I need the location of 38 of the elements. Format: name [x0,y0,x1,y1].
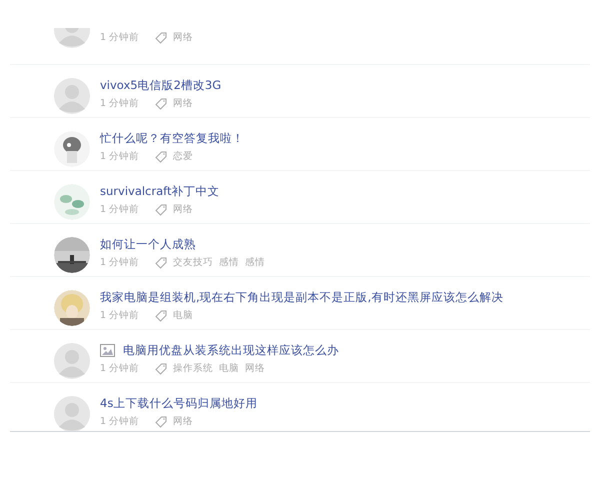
question-link[interactable]: 4s上下载什么号码归属地好用 [100,396,258,411]
tag-link[interactable]: 网络 [245,362,266,375]
tag-icon [155,362,168,374]
tag-link[interactable]: 网络 [173,97,194,110]
tag-icon [155,150,168,162]
time-ago: 1 分钟前 [100,362,140,375]
tag-icon [155,98,168,110]
tag-link[interactable]: 电脑 [173,309,194,322]
time-ago: 1 分钟前 [100,256,140,269]
tag-link[interactable]: 感情 [245,256,266,269]
tag-link[interactable]: 网络 [173,203,194,216]
tag-icon [155,256,168,268]
image-icon [100,344,115,357]
time-ago: 1 分钟前 [100,309,140,322]
question-link[interactable]: 电脑用优盘从装系统出现这样应该怎么办 [123,343,339,358]
avatar-icon [54,78,90,114]
question-link[interactable]: 忙什么呢？有空答复我啦！ [100,131,244,146]
tag-icon [155,32,168,44]
tag-icon [155,204,168,216]
avatar-icon [54,343,90,379]
question-link[interactable]: 我家电脑是组装机,现在右下角出现是副本不是正版,有时还黑屏应该怎么解决 [100,290,504,305]
time-ago: 1 分钟前 [100,97,140,110]
tag-link[interactable]: 操作系统 [173,362,214,375]
tag-link[interactable]: 感情 [219,256,240,269]
question-link[interactable]: survivalcraft补丁中文 [100,184,220,199]
tag-link[interactable]: 恋爱 [173,150,194,163]
tag-icon [155,416,168,428]
time-ago: 1 分钟前 [100,415,140,428]
question-link[interactable]: 如何让一个人成熟 [100,237,196,252]
question-link[interactable]: vivox5电信版2槽改3G [100,78,222,93]
tag-link[interactable]: 网络 [173,415,194,428]
tag-link[interactable]: 网络 [173,31,194,44]
tag-link[interactable]: 交友技巧 [173,256,214,269]
time-ago: 1 分钟前 [100,31,140,44]
tag-icon [155,310,168,322]
time-ago: 1 分钟前 [100,203,140,216]
tag-link[interactable]: 电脑 [219,362,240,375]
time-ago: 1 分钟前 [100,150,140,163]
